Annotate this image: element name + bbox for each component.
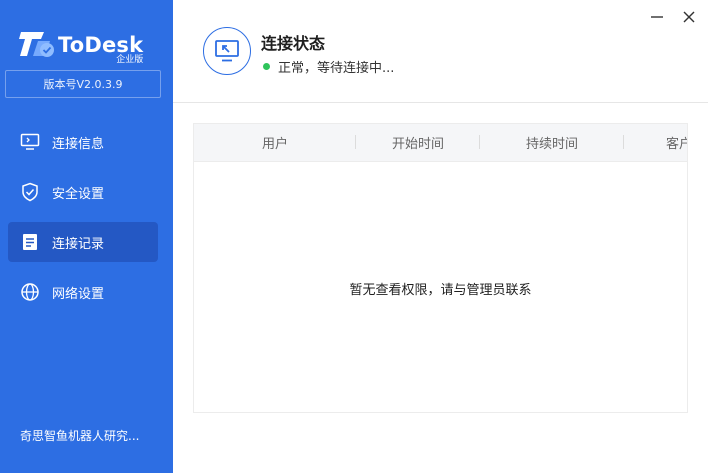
column-header-start-time[interactable]: 开始时间 [356,133,480,152]
sidebar-item-connection-records[interactable]: 连接记录 [8,222,158,262]
status-line: 正常，等待连接中... [263,57,394,76]
minimize-button[interactable] [646,8,668,26]
app-window: ToDesk 企业版 版本号V2.0.3.9 连接信息 安全设置 连接记录 网络… [0,0,708,473]
document-icon [20,232,40,252]
status-dot-icon [263,63,270,70]
status-text: 正常，等待连接中... [278,61,395,76]
minimize-icon [651,16,663,18]
sidebar-item-connection-info[interactable]: 连接信息 [8,122,158,162]
sidebar-item-label: 网络设置 [52,286,105,302]
table-header: 用户 开始时间 持续时间 客户 [194,124,687,162]
column-header-user[interactable]: 用户 [194,133,356,152]
connection-records-table: 用户 开始时间 持续时间 客户 暂无查看权限，请与管理员联系 [193,123,688,413]
sidebar-item-label: 连接信息 [52,136,105,152]
close-button[interactable] [678,8,700,26]
sidebar-item-network-settings[interactable]: 网络设置 [8,272,158,312]
column-header-duration[interactable]: 持续时间 [480,133,624,152]
globe-icon [20,282,40,302]
close-icon [683,11,695,23]
logo: ToDesk 企业版 [18,28,144,65]
column-header-client[interactable]: 客户 [624,133,687,152]
shield-check-icon [20,182,40,202]
monitor-icon [20,132,40,152]
sidebar: ToDesk 企业版 版本号V2.0.3.9 连接信息 安全设置 连接记录 网络… [0,0,173,473]
remote-screen-icon [203,27,251,75]
sidebar-item-label: 连接记录 [52,236,105,252]
status-title: 连接状态 [261,34,326,53]
edition-label: 企业版 [116,55,144,65]
version-label: 版本号V2.0.3.9 [5,70,161,98]
app-title: ToDesk [58,33,144,57]
sidebar-item-security-settings[interactable]: 安全设置 [8,172,158,212]
connection-status-header: 连接状态 正常，等待连接中... [173,0,708,103]
company-name: 奇思智鱼机器人研究... [20,429,140,443]
empty-state-message: 暂无查看权限，请与管理员联系 [349,283,532,298]
todesk-logo-icon [18,28,56,62]
sidebar-item-label: 安全设置 [52,186,105,202]
sidebar-nav: 连接信息 安全设置 连接记录 网络设置 [8,122,158,322]
main-panel: 连接状态 正常，等待连接中... 用户 开始时间 持续时间 客 暂无查看权限，请… [173,0,708,473]
window-controls [636,8,700,26]
